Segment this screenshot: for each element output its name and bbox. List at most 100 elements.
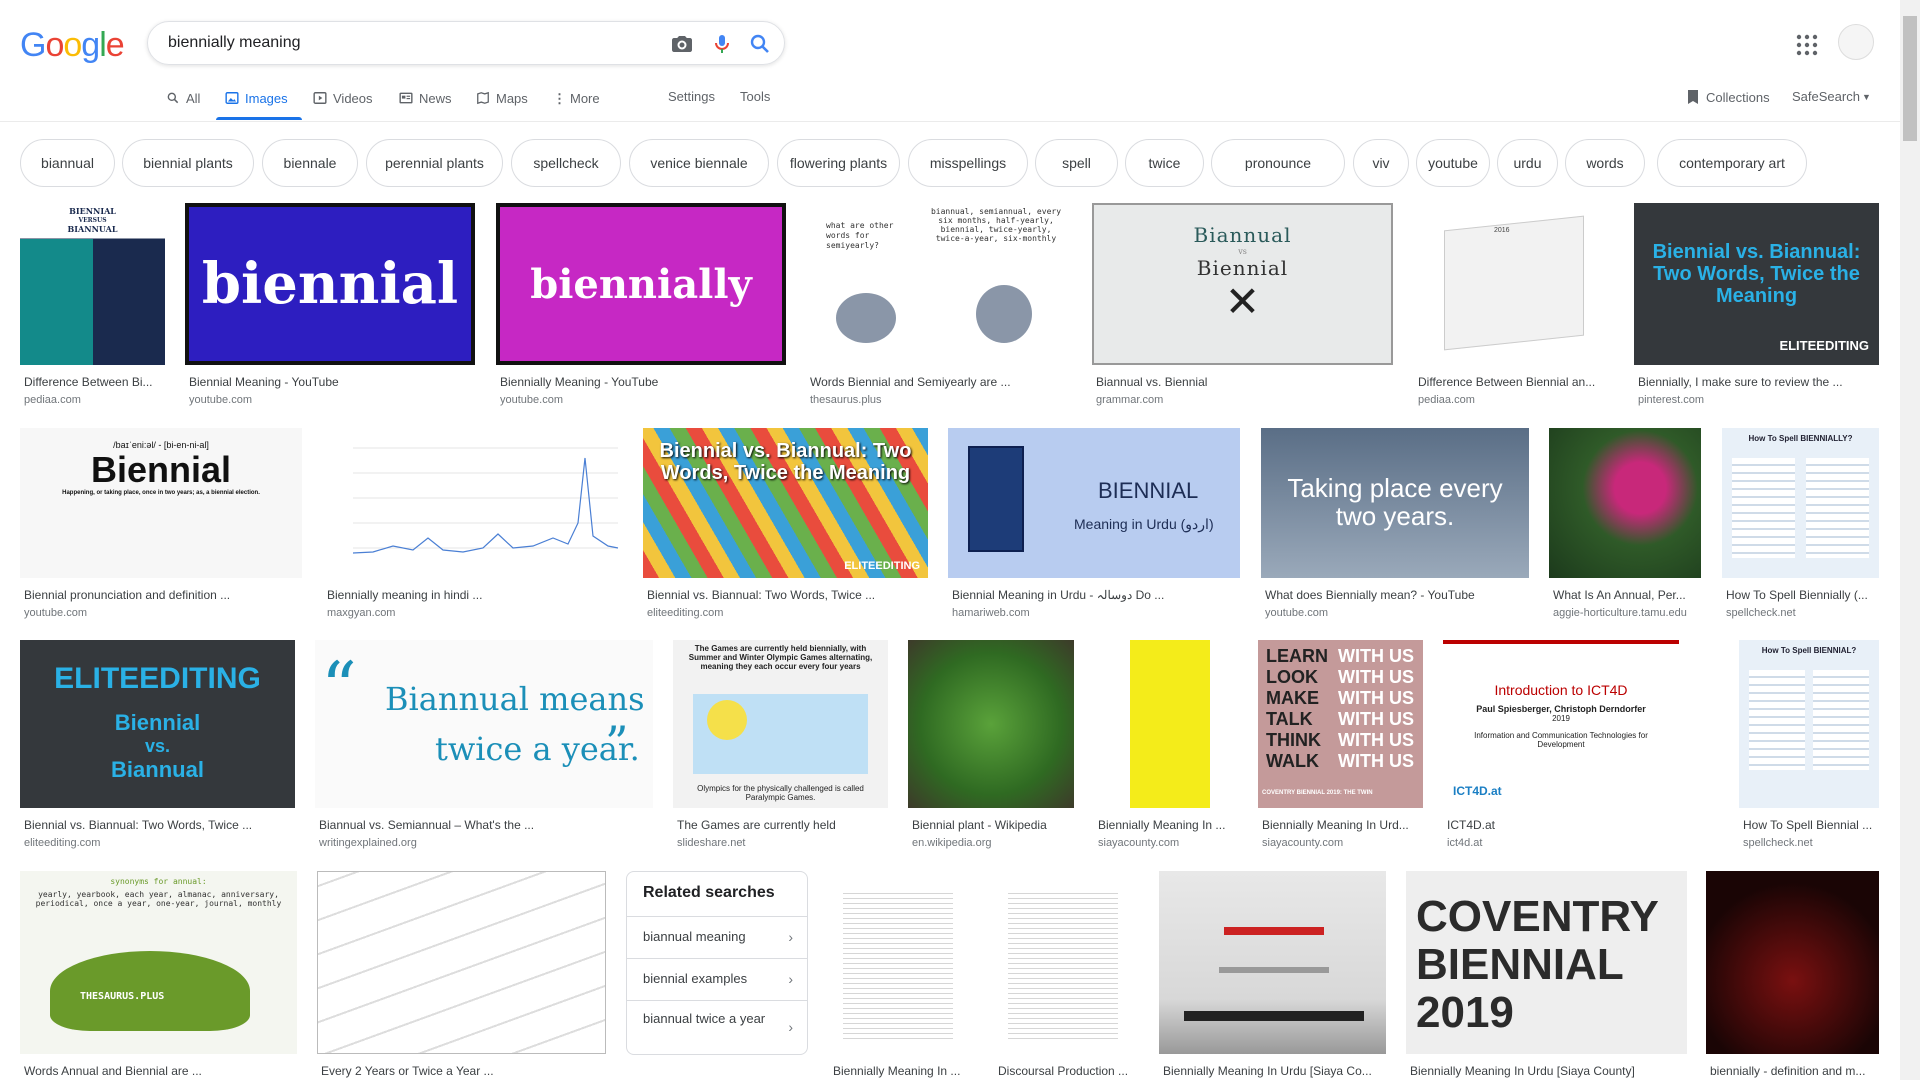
result-caption[interactable]: Biennial plant - Wikipedia <box>912 818 1074 832</box>
chip-urdu[interactable]: urdu <box>1497 139 1558 187</box>
related-item[interactable]: biennial examples › <box>627 958 807 1000</box>
result-caption[interactable]: Difference Between Bi... <box>24 375 165 389</box>
result-caption[interactable]: Biennially Meaning In Urdu [Siaya County… <box>1410 1064 1687 1078</box>
chip-venice-biennale[interactable]: venice biennale <box>629 139 769 187</box>
collections-link[interactable]: Collections <box>1686 89 1770 105</box>
result-caption[interactable]: ICT4D.at <box>1447 818 1679 832</box>
result-thumbnail[interactable] <box>1094 640 1238 808</box>
google-logo[interactable]: Google <box>20 26 125 65</box>
tab-more[interactable]: ⋮ More <box>553 91 600 125</box>
chip-misspellings[interactable]: misspellings <box>908 139 1028 187</box>
chip-pronounce[interactable]: pronounce <box>1211 139 1345 187</box>
result-thumbnail[interactable]: How To Spell BIENNIAL? <box>1739 640 1879 808</box>
result-caption[interactable]: Words Annual and Biennial are ... <box>24 1064 297 1078</box>
chip-spell[interactable]: spell <box>1035 139 1118 187</box>
result-thumbnail[interactable]: synonyms for annual: yearly, yearbook, ea… <box>20 871 297 1054</box>
result-thumbnail[interactable] <box>908 640 1074 808</box>
result-caption[interactable]: How To Spell Biennial ... <box>1743 818 1879 832</box>
result-caption[interactable]: Biannual vs. Semiannual – What's the ... <box>319 818 653 832</box>
result-thumbnail[interactable]: what are other words for semiyearly? bian… <box>806 203 1072 365</box>
result-source: spellcheck.net <box>1726 607 1796 619</box>
chip-biennale[interactable]: biennale <box>262 139 358 187</box>
result-caption[interactable]: What Is An Annual, Per... <box>1553 588 1701 602</box>
chip-biannual[interactable]: biannual <box>20 139 115 187</box>
result-thumbnail[interactable]: “Biannual means twice a year.” <box>315 640 653 808</box>
result-caption[interactable]: Biennially Meaning In ... <box>1098 818 1238 832</box>
result-caption[interactable]: Biennial Meaning - YouTube <box>189 375 475 389</box>
result-thumbnail[interactable]: COVENTRY BIENNIAL 2019 <box>1406 871 1687 1054</box>
result-thumbnail[interactable]: BIENNIAL Meaning in Urdu (اردو) <box>948 428 1240 578</box>
scrollbar-thumb[interactable] <box>1903 16 1917 141</box>
result-caption[interactable]: Every 2 Years or Twice a Year ... <box>321 1064 606 1078</box>
account-avatar[interactable] <box>1838 24 1874 60</box>
result-thumbnail[interactable]: Taking place every two years. <box>1261 428 1529 578</box>
result-caption[interactable]: Biennially Meaning In Urdu [Siaya Co... <box>1163 1064 1386 1078</box>
result-caption[interactable]: How To Spell Biennially (... <box>1726 588 1879 602</box>
camera-icon[interactable] <box>670 32 694 56</box>
result-caption[interactable]: Biennially Meaning In Urd... <box>1262 818 1423 832</box>
result-caption[interactable]: Biennially, I make sure to review the ..… <box>1638 375 1879 389</box>
result-thumbnail[interactable] <box>994 871 1139 1054</box>
chip-twice[interactable]: twice <box>1125 139 1204 187</box>
result-thumbnail[interactable] <box>317 871 606 1054</box>
safesearch-dropdown[interactable]: SafeSearch ▼ <box>1792 89 1871 104</box>
search-icon[interactable] <box>748 32 772 56</box>
result-source: eliteediting.com <box>647 607 724 619</box>
related-item[interactable]: biannual meaning › <box>627 916 807 958</box>
result-caption[interactable]: Biennially meaning in hindi ... <box>327 588 623 602</box>
result-caption[interactable]: The Games are currently held <box>677 818 888 832</box>
result-thumbnail[interactable]: Biennial vs. Biannual: Two Words, Twice … <box>643 428 928 578</box>
tools-link[interactable]: Tools <box>740 89 770 104</box>
result-caption[interactable]: Biennially Meaning - YouTube <box>500 375 786 389</box>
result-thumbnail[interactable]: LEARN LOOK MAKE TALK THINK WALK WITH US WITH US… <box>1258 640 1423 808</box>
result-thumbnail[interactable]: 2016 <box>1414 203 1614 365</box>
result-caption[interactable]: Difference Between Biennial an... <box>1418 375 1614 389</box>
microphone-icon[interactable] <box>710 32 734 56</box>
result-thumbnail[interactable]: biennial <box>185 203 475 365</box>
tab-maps[interactable]: Maps <box>476 91 528 125</box>
result-thumbnail[interactable] <box>829 871 975 1054</box>
scrollbar[interactable] <box>1900 0 1920 1080</box>
result-thumbnail[interactable] <box>1549 428 1701 578</box>
result-caption[interactable]: Biennial vs. Biannual: Two Words, Twice … <box>647 588 928 602</box>
result-thumbnail[interactable]: Biannual vs Biennial ✕ <box>1092 203 1393 365</box>
chip-biennial-plants[interactable]: biennial plants <box>122 139 254 187</box>
chip-contemporary-art[interactable]: contemporary art <box>1657 139 1807 187</box>
tab-videos[interactable]: Videos <box>313 91 373 125</box>
result-thumbnail[interactable]: How To Spell BIENNIALLY? <box>1722 428 1879 578</box>
logo-letter: g <box>81 26 100 64</box>
result-thumbnail[interactable]: biennially <box>496 203 786 365</box>
result-thumbnail[interactable]: The Games are currently held biennially,… <box>673 640 888 808</box>
result-caption[interactable]: Biennial pronunciation and definition ..… <box>24 588 302 602</box>
result-caption[interactable]: Biennial Meaning in Urdu - دوسالہ Do ... <box>952 588 1240 602</box>
result-source: en.wikipedia.org <box>912 837 992 849</box>
result-thumbnail[interactable] <box>1159 871 1386 1054</box>
tab-news[interactable]: News <box>399 91 452 125</box>
result-thumbnail[interactable] <box>1706 871 1879 1054</box>
result-caption[interactable]: Biennially Meaning In ... <box>833 1064 975 1078</box>
result-thumbnail[interactable] <box>323 428 623 578</box>
result-caption[interactable]: Words Biennial and Semiyearly are ... <box>810 375 1072 389</box>
settings-link[interactable]: Settings <box>668 89 715 104</box>
search-box[interactable]: biennially meaning <box>147 21 785 65</box>
result-thumbnail[interactable]: Introduction to ICT4D Paul Spiesberger, C… <box>1443 640 1679 808</box>
chip-spellcheck[interactable]: spellcheck <box>511 139 621 187</box>
result-caption[interactable]: Discoursal Production ... <box>998 1064 1139 1078</box>
chip-viv[interactable]: viv <box>1353 139 1409 187</box>
search-input[interactable]: biennially meaning <box>168 34 301 52</box>
result-thumbnail[interactable]: Biennial vs. Biannual: Two Words, Twice … <box>1634 203 1879 365</box>
related-item[interactable]: biannual twice a year › <box>627 1000 807 1054</box>
apps-grid-icon[interactable] <box>1796 34 1818 56</box>
chip-perennial-plants[interactable]: perennial plants <box>366 139 503 187</box>
result-caption[interactable]: What does Biennially mean? - YouTube <box>1265 588 1529 602</box>
chip-flowering-plants[interactable]: flowering plants <box>777 139 900 187</box>
chip-youtube[interactable]: youtube <box>1416 139 1490 187</box>
tab-all[interactable]: All <box>166 91 200 125</box>
result-caption[interactable]: biennially - definition and m... <box>1710 1064 1879 1078</box>
result-thumbnail[interactable]: BIENNIAL VERSUS BIANNUAL <box>20 203 165 365</box>
result-caption[interactable]: Biennial vs. Biannual: Two Words, Twice … <box>24 818 295 832</box>
result-caption[interactable]: Biannual vs. Biennial <box>1096 375 1393 389</box>
chip-words[interactable]: words <box>1565 139 1645 187</box>
result-thumbnail[interactable]: /baɪˈeni:əl/ - [bi-en-ni-al] Biennial Happ… <box>20 428 302 578</box>
result-thumbnail[interactable]: ELITEEDITING Biennial vs. Biannual <box>20 640 295 808</box>
